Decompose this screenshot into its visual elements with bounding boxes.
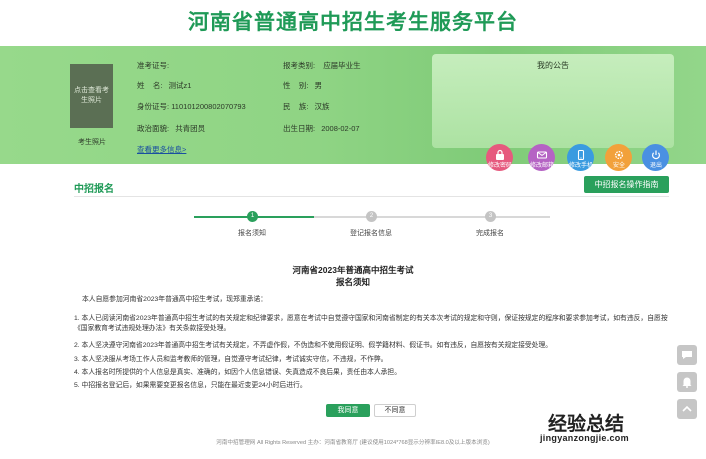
step-1-indicator: 1 [247,211,258,222]
id-row: 身份证号: 110101200802070793 [137,101,246,112]
document-title: 河南省2023年普通高中招生考试 [292,265,414,275]
notification-button[interactable] [677,372,697,392]
site-title: 河南省普通高中招生考生服务平台 [188,10,518,34]
security-button[interactable]: 安全 [605,144,632,171]
document-item-5: 5. 中招报名登记后，如果需要变更报名信息，只能在最近变更24小时后进行。 [74,382,307,389]
name-label: 姓 名: [137,81,163,90]
step-1-label: 报名须知 [238,230,266,237]
gender-label: 性 别: [283,81,309,90]
birth-label: 出生日期: [283,124,316,133]
name-value: 测试z1 [168,81,192,90]
politics-row: 政治面貌: 共青团员 [137,123,205,134]
section-title: 中招报名 [74,184,114,195]
document-item-3: 3. 本人坚决服从考场工作人员和监考教师的管理，自觉遵守考试纪律，考试诚实守信，… [74,356,388,363]
watermark-text: 经验总结 [548,413,625,435]
category-label: 报考类别: [283,61,316,70]
ethnicity-label: 民 族: [283,102,309,111]
change-phone-button[interactable]: 修改手机 [567,144,594,171]
gender-row: 性 别: 男 [283,80,322,91]
logout-button[interactable]: 退出 [642,144,669,171]
step-line-pending [314,216,550,218]
document-item-1: 1. 本人已阅读河南省2023年普通高中招生考试的有关规定和纪律要求，愿意在考试… [74,315,668,332]
watermark-url: jingyanzongjie.com [540,433,629,443]
birth-value: 2008-02-07 [321,124,360,133]
registration-guide-button[interactable]: 中招报名操作指南 [584,176,669,193]
change-password-button[interactable]: 修改密码 [486,144,513,171]
photo-caption: 考生照片 [78,139,106,146]
more-info-link[interactable]: 查看更多信息> [137,144,186,155]
step-3-label: 完成报名 [476,230,504,237]
section-divider [74,196,669,197]
document-item-4: 4. 本人报名时所提供的个人信息是真实、准确的，如因个人信息错误、失真造成不良后… [74,369,402,376]
change-phone-label: 修改手机 [568,163,593,169]
chat-icon [682,351,692,359]
chat-button[interactable] [677,345,697,365]
document-item-2: 2. 本人坚决遵守河南省2023年普通高中招生考试有关规定，不弄虚作假，不伪造和… [74,342,553,349]
category-row: 报考类别: 应届毕业生 [283,60,361,71]
change-password-label: 修改密码 [487,163,512,169]
politics-label: 政治面貌: [137,124,170,133]
logout-label: 退出 [649,163,662,169]
ethnicity-value: 汉族 [314,102,330,111]
category-value: 应届毕业生 [323,61,361,70]
student-photo[interactable]: 点击查看考 生照片 [70,64,113,128]
ethnicity-row: 民 族: 汉族 [283,101,330,112]
photo-text-line2: 生照片 [81,97,102,104]
birth-row: 出生日期: 2008-02-07 [283,123,360,134]
step-3-indicator: 3 [485,211,496,222]
bell-icon [682,377,692,388]
notice-title: 我的公告 [537,61,569,70]
id-value: 110101200802070793 [171,102,246,111]
disagree-button[interactable]: 不同意 [374,404,416,417]
ticket-row: 准考证号: [137,60,169,71]
name-row: 姓 名: 测试z1 [137,80,191,91]
back-to-top-icon [682,405,692,412]
politics-value: 共青团员 [175,124,206,133]
photo-text-line1: 点击查看考 [74,87,109,94]
id-label: 身份证号: [137,102,170,111]
document-intro: 本人自愿参加河南省2023年普通高中招生考试，现郑重承诺： [82,296,268,303]
agree-button[interactable]: 我同意 [326,404,370,417]
change-email-button[interactable]: 修改邮箱 [528,144,555,171]
document-subtitle: 报名须知 [335,277,370,287]
back-to-top-button[interactable] [677,399,697,419]
step-2-label: 登记报名信息 [350,230,392,237]
security-label: 安全 [612,163,625,169]
gender-value: 男 [314,81,323,90]
ticket-label: 准考证号: [137,61,170,70]
change-email-label: 修改邮箱 [529,163,554,169]
step-2-indicator: 2 [366,211,377,222]
